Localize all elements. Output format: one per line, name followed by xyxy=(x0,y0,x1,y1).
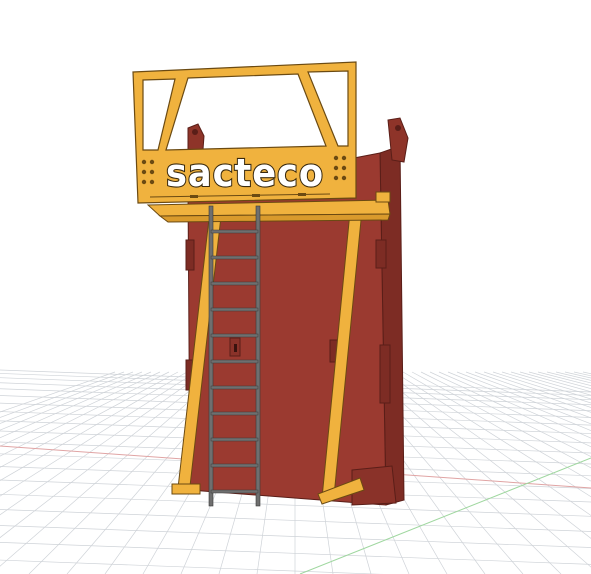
ladder-rung xyxy=(210,281,259,286)
ladder-rung xyxy=(210,385,259,390)
ladder-rung xyxy=(210,359,259,364)
grid-line xyxy=(483,371,591,408)
ladder-rung xyxy=(210,333,259,338)
3d-viewport[interactable]: sacteco xyxy=(0,0,591,574)
grid-line xyxy=(0,371,134,424)
ladder-rung xyxy=(210,411,259,416)
sign-frame: sacteco xyxy=(132,61,357,204)
grid-line xyxy=(0,371,116,413)
ladder-rung xyxy=(210,463,259,468)
ladder-rung xyxy=(210,489,259,494)
grid-line xyxy=(0,371,161,447)
grid-line xyxy=(0,371,143,431)
grid-line xyxy=(0,525,591,548)
ladder-rung xyxy=(210,229,259,234)
grid-line xyxy=(564,371,591,379)
ladder-rung xyxy=(210,437,259,442)
ladder-rung xyxy=(210,255,259,260)
sign-logo-text: sacteco xyxy=(166,151,324,195)
grid-line xyxy=(0,371,125,418)
grid-line xyxy=(0,542,591,565)
grid-line xyxy=(528,371,591,389)
ladder-rung xyxy=(210,307,259,312)
grid-line xyxy=(0,559,384,574)
grid-line xyxy=(0,371,152,439)
scene-canvas[interactable]: sacteco xyxy=(0,0,591,574)
